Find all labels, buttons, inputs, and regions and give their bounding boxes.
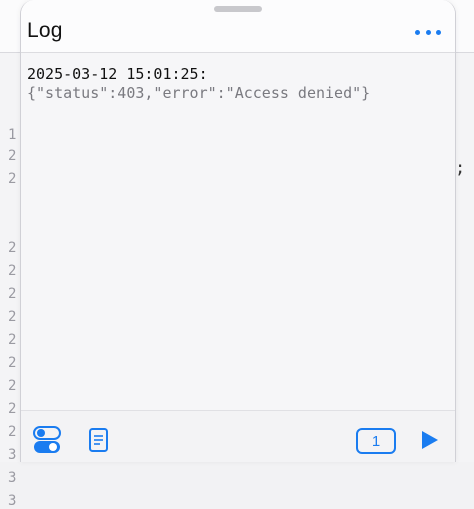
log-header: Log: [21, 0, 455, 53]
log-content: 2025-03-12 15:01:25: {"status":403,"erro…: [21, 53, 455, 410]
gutter-char: 2: [8, 148, 17, 164]
gutter-char: 2: [8, 171, 17, 187]
gutter-char: 3: [8, 493, 17, 509]
sheet-grabber-handle[interactable]: [214, 6, 262, 12]
log-message: {"status":403,"error":"Access denied"}: [27, 84, 371, 102]
ellipsis-icon: [415, 29, 420, 35]
ellipsis-icon: [425, 29, 431, 35]
background-code-char: ;: [455, 158, 466, 178]
page-title: Log: [27, 19, 63, 42]
more-options-button[interactable]: [415, 24, 441, 40]
gutter-char: 2: [8, 263, 17, 279]
document-button[interactable]: [88, 427, 110, 453]
toggle-settings-icon: [33, 426, 61, 453]
gutter-char: 2: [8, 355, 17, 371]
play-icon: [422, 431, 438, 449]
toggle-settings-button[interactable]: [33, 425, 61, 455]
gutter-char: 2: [8, 286, 17, 302]
entry-count-button[interactable]: 1: [356, 428, 396, 454]
gutter-char: 2: [8, 401, 17, 417]
gutter-char: 2: [8, 424, 17, 440]
document-icon: [89, 428, 108, 452]
log-timestamp: 2025-03-12 15:01:25:: [27, 65, 208, 83]
gutter-char: 2: [8, 309, 17, 325]
gutter-char: 1: [8, 127, 17, 143]
gutter-char: 3: [8, 470, 17, 486]
gutter-char: 2: [8, 240, 17, 256]
bottom-toolbar: 1: [21, 410, 455, 462]
log-sheet: Log 2025-03-12 15:01:25: {"status":403,"…: [20, 0, 456, 462]
gutter-char: 2: [8, 332, 17, 348]
gutter-char: 3: [8, 447, 17, 463]
gutter-char: 2: [8, 378, 17, 394]
ellipsis-icon: [436, 29, 441, 35]
play-button[interactable]: [419, 429, 441, 451]
